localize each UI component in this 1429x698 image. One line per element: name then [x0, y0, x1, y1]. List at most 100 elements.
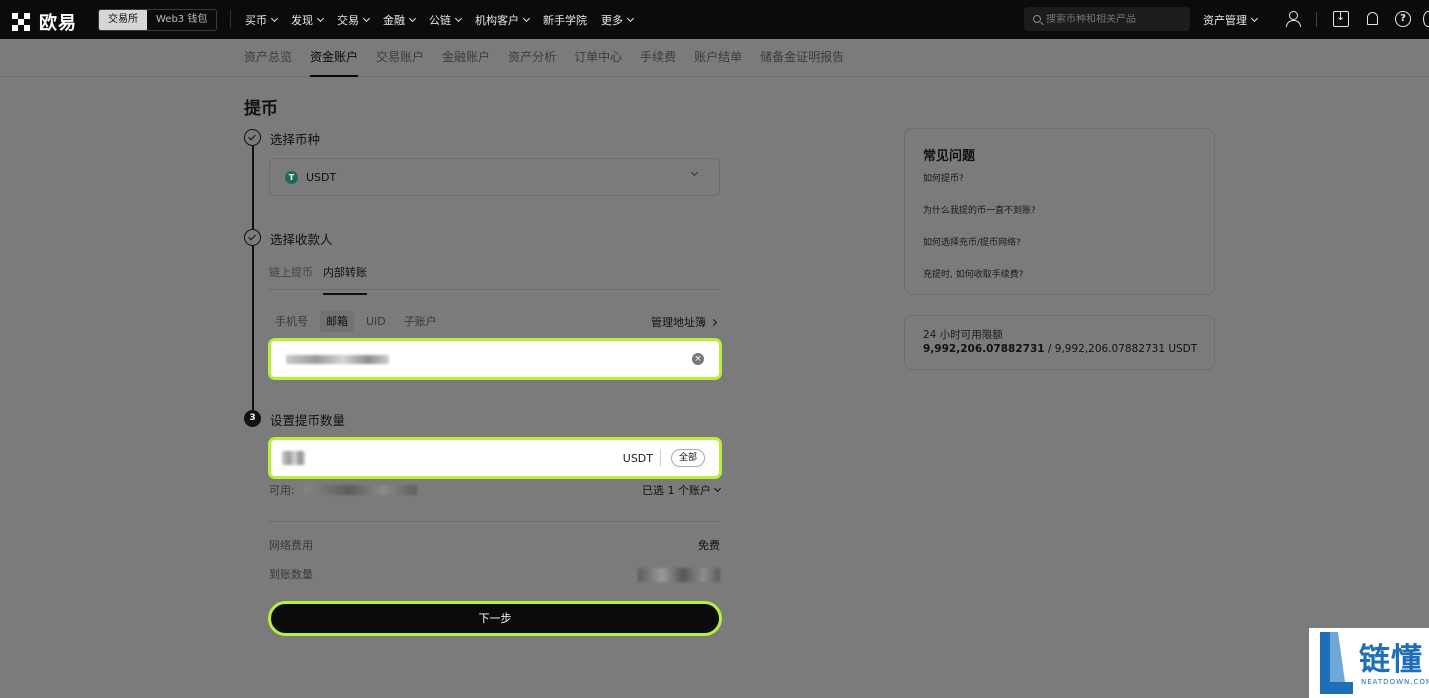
- recipient-type-tab[interactable]: 手机号: [269, 311, 314, 332]
- chevron-down-icon: [626, 14, 635, 22]
- nav-item-label: 新手学院: [543, 13, 587, 27]
- recipient-type-tab[interactable]: UID: [360, 311, 392, 332]
- asset-tab[interactable]: 手续费: [640, 39, 676, 77]
- chevron-down-icon: [1250, 14, 1259, 22]
- nav-item[interactable]: 交易: [337, 12, 371, 28]
- step-select-coin-label: 选择币种: [270, 132, 321, 147]
- step-select-recipient-label: 选择收款人: [270, 232, 333, 247]
- nav-item-label: 金融: [383, 13, 405, 27]
- nav-item-label: 交易: [337, 13, 359, 27]
- nav-item-label: 买币: [245, 13, 267, 27]
- user-icon[interactable]: [1285, 11, 1301, 27]
- limit-label: 24 小时可用限额: [923, 329, 1003, 341]
- bell-icon[interactable]: [1364, 11, 1380, 27]
- globe-icon[interactable]: [1423, 11, 1429, 27]
- available-label: 可用:: [269, 484, 295, 497]
- mode-switch: 交易所 Web3 钱包: [98, 9, 218, 31]
- recipient-type-tab[interactable]: 邮箱: [320, 311, 354, 332]
- withdraw-method-tab[interactable]: 链上提币: [269, 262, 313, 289]
- chevron-right-icon: [709, 318, 718, 326]
- chevron-down-icon: [316, 14, 325, 22]
- nav-item-label: 公链: [429, 13, 451, 27]
- nav-item[interactable]: 更多: [601, 12, 635, 28]
- chevron-down-icon: [408, 14, 417, 22]
- redacted-amount-value: [282, 451, 305, 465]
- account-select[interactable]: 已选 1 个账户: [642, 482, 722, 498]
- nav-item-label: 更多: [601, 13, 623, 27]
- search-box[interactable]: [1024, 7, 1190, 31]
- redacted-receive-value: [638, 568, 720, 582]
- recipient-email-field[interactable]: ×: [268, 338, 722, 380]
- asset-management-label: 资产管理: [1203, 13, 1247, 27]
- nav-item[interactable]: 公链: [429, 12, 463, 28]
- toolbar-divider: [1316, 12, 1317, 27]
- asset-subnav: 资产总览 资金账户 交易账户 金融账户 资产分析 订单中心 手续费 账户结单 储备金证明报告: [0, 39, 1429, 77]
- asset-tab[interactable]: 金融账户: [442, 39, 490, 77]
- withdraw-method-tab[interactable]: 内部转账: [323, 262, 367, 295]
- chevron-down-icon: [362, 14, 371, 22]
- withdraw-method-tabs: 链上提币 内部转账: [269, 262, 720, 295]
- faq-item[interactable]: 如何提币?: [923, 172, 1196, 204]
- mode-web3-wallet[interactable]: Web3 钱包: [147, 10, 216, 30]
- redacted-available-value: [304, 485, 417, 495]
- nav-item[interactable]: 金融: [383, 12, 417, 28]
- recipient-type-tab[interactable]: 子账户: [398, 311, 443, 332]
- step-complete-icon: [244, 229, 261, 246]
- nav-item[interactable]: 机构客户: [475, 12, 531, 28]
- search-input[interactable]: [1046, 13, 1186, 25]
- top-navigation-bar: 欧易 交易所 Web3 钱包 买币 发现 交易 金融 公链 机构客户 新手学院更多 资产管理…: [0, 0, 1429, 39]
- step-number-icon: 3: [244, 410, 261, 427]
- asset-tab[interactable]: 账户结单: [694, 39, 742, 77]
- network-fee-value: 免费: [698, 539, 720, 552]
- limit-total: / 9,992,206.07882731 USDT: [1044, 343, 1198, 355]
- amount-unit: USDT: [622, 452, 653, 465]
- watermark-subtext: NEATDOWN.COM: [1361, 678, 1429, 686]
- address-book-label: 管理地址簿: [651, 316, 706, 329]
- chevron-down-icon: [690, 168, 699, 177]
- asset-tab[interactable]: 资产总览: [244, 39, 292, 77]
- nav-item[interactable]: 买币: [245, 12, 279, 28]
- asset-management-menu[interactable]: 资产管理: [1203, 0, 1259, 39]
- faq-title: 常见问题: [923, 149, 976, 164]
- faq-item[interactable]: 如何选择充币/提币网络?: [923, 236, 1196, 268]
- asset-tab[interactable]: 资产分析: [508, 39, 556, 77]
- nav-item[interactable]: 新手学院: [543, 12, 587, 28]
- withdraw-amount-field[interactable]: USDT 全部: [268, 437, 722, 479]
- help-icon[interactable]: ?: [1395, 11, 1411, 27]
- faq-card: 常见问题 如何提币? 为什么我提的币一直不到账? 如何选择充币/提币网络? 充提时, …: [904, 128, 1215, 295]
- stepper-rail: [252, 146, 254, 411]
- withdraw-limit-card: 24 小时可用限额 9,992,206.07882731 / 9,992,206…: [904, 315, 1215, 370]
- address-book-link[interactable]: 管理地址簿: [651, 314, 718, 330]
- network-fee-label: 网络费用: [269, 539, 313, 552]
- watermark: 链懂 NEATDOWN.COM: [1309, 628, 1429, 698]
- mode-exchange[interactable]: 交易所: [99, 10, 147, 30]
- logo-text: 欧易: [39, 13, 77, 34]
- max-amount-button[interactable]: 全部: [670, 449, 705, 467]
- divider: [269, 521, 720, 522]
- asset-tab[interactable]: 交易账户: [376, 39, 424, 77]
- nav-item[interactable]: 发现: [291, 12, 325, 28]
- nav-divider: [230, 10, 231, 28]
- coin-select[interactable]: T USDT: [269, 158, 720, 196]
- nav-item-label: 发现: [291, 13, 313, 27]
- chevron-down-icon: [454, 14, 463, 22]
- asset-tab[interactable]: 订单中心: [574, 39, 622, 77]
- asset-tab[interactable]: 资金账户: [310, 39, 359, 77]
- faq-item[interactable]: 充提时, 如何收取手续费?: [923, 268, 1196, 300]
- okx-logo[interactable]: 欧易: [12, 9, 77, 35]
- faq-item[interactable]: 为什么我提的币一直不到账?: [923, 204, 1196, 236]
- faq-list: 如何提币? 为什么我提的币一直不到账? 如何选择充币/提币网络? 充提时, 如何收取手…: [923, 172, 1196, 300]
- chevron-down-icon: [522, 14, 531, 22]
- next-step-button[interactable]: 下一步: [268, 601, 722, 636]
- account-select-label: 已选 1 个账户: [642, 484, 711, 497]
- main-nav: 买币 发现 交易 金融 公链 机构客户 新手学院 更多: [245, 0, 635, 39]
- limit-available: 9,992,206.07882731: [923, 343, 1045, 355]
- receive-amount-row: 到账数量: [269, 566, 720, 582]
- asset-tab[interactable]: 储备金证明报告: [760, 39, 844, 77]
- unit-divider: [660, 450, 661, 466]
- clear-icon[interactable]: ×: [692, 353, 704, 365]
- page-title: 提币: [244, 99, 278, 119]
- download-icon[interactable]: [1333, 10, 1349, 27]
- step-complete-icon: [244, 129, 261, 146]
- chevron-down-icon: [270, 14, 279, 22]
